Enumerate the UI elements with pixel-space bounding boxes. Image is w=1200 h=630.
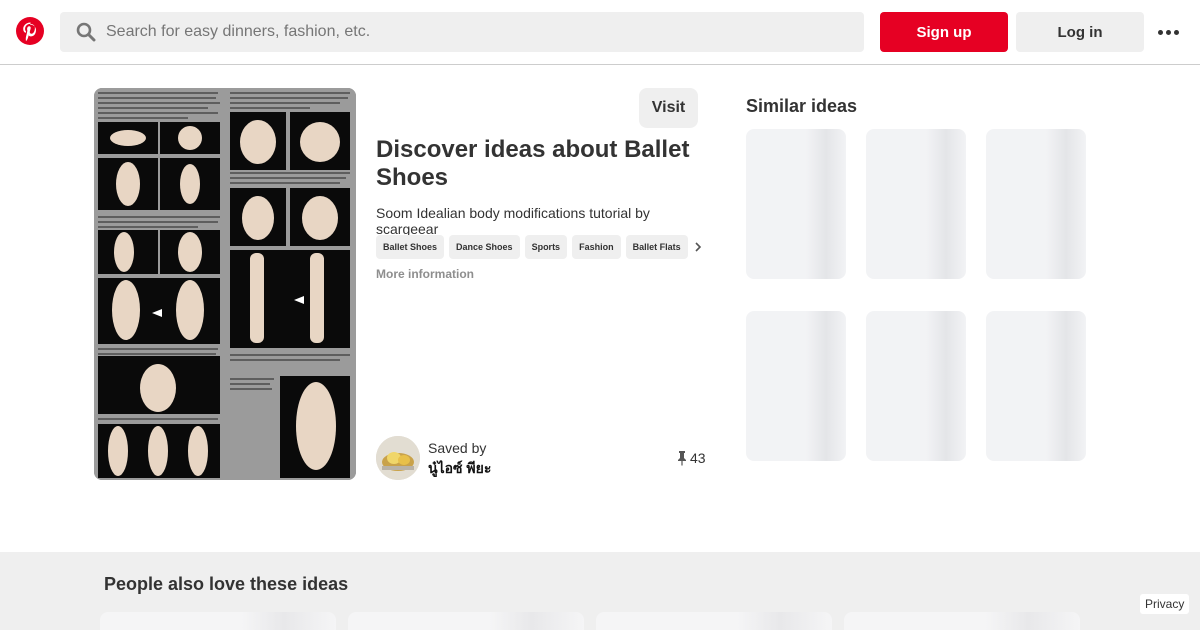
- more-options-icon[interactable]: [1156, 22, 1180, 42]
- pin-icon: [678, 451, 686, 466]
- similar-idea-placeholder[interactable]: [986, 311, 1086, 461]
- similar-idea-placeholder[interactable]: [986, 129, 1086, 279]
- saver-name-link[interactable]: นู๋ไอซ์ พียะ: [428, 458, 491, 480]
- top-nav-bar: Sign up Log in: [0, 0, 1200, 65]
- similar-idea-placeholder[interactable]: [746, 129, 846, 279]
- idea-card-placeholder[interactable]: [844, 612, 1080, 630]
- tag-chip[interactable]: Dance Shoes: [449, 235, 520, 259]
- pinterest-logo-icon[interactable]: [16, 17, 44, 45]
- similar-ideas-heading: Similar ideas: [746, 96, 858, 116]
- similar-idea-placeholder[interactable]: [746, 311, 846, 461]
- saved-by-label: Saved by: [428, 440, 487, 456]
- sign-up-button[interactable]: Sign up: [880, 12, 1008, 52]
- tag-list: Ballet Shoes Dance Shoes Sports Fashion …: [376, 235, 706, 259]
- idea-card-placeholder[interactable]: [100, 612, 336, 630]
- pin-title: Discover ideas about Ballet Shoes: [376, 136, 690, 191]
- idea-card-placeholder[interactable]: [348, 612, 584, 630]
- pin-image[interactable]: [94, 88, 356, 480]
- pin-description: Soom Idealian body modifications tutoria…: [376, 205, 650, 237]
- log-in-button[interactable]: Log in: [1016, 12, 1144, 52]
- save-count-value: 43: [690, 450, 706, 466]
- similar-idea-placeholder[interactable]: [866, 311, 966, 461]
- avatar[interactable]: [376, 436, 420, 480]
- idea-card-placeholder[interactable]: [596, 612, 832, 630]
- search-bar[interactable]: [60, 12, 864, 52]
- chevron-right-icon[interactable]: [690, 235, 706, 259]
- similar-idea-placeholder[interactable]: [866, 129, 966, 279]
- save-count: 43: [677, 450, 706, 466]
- tag-chip[interactable]: Ballet Flats: [625, 235, 688, 259]
- more-information-link[interactable]: More information: [376, 267, 474, 281]
- tag-chip[interactable]: Fashion: [572, 235, 621, 259]
- tag-chip[interactable]: Sports: [524, 235, 568, 259]
- search-icon: [76, 22, 96, 42]
- visit-button[interactable]: Visit: [639, 88, 698, 128]
- tag-chip[interactable]: Ballet Shoes: [376, 235, 445, 259]
- search-input[interactable]: [106, 23, 806, 41]
- privacy-link[interactable]: Privacy: [1140, 594, 1190, 614]
- people-also-love-heading: People also love these ideas: [104, 574, 349, 594]
